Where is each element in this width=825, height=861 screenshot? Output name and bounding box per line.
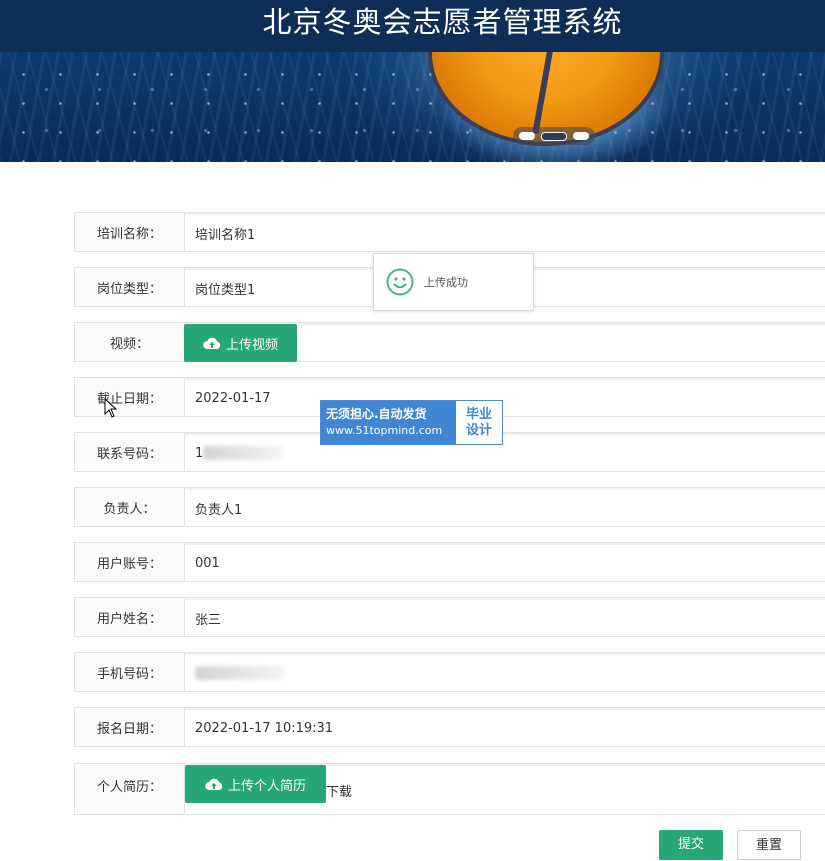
carousel-dot-2[interactable] (541, 131, 567, 141)
field-label: 用户账号： (75, 543, 185, 581)
watermark-line2: www.51topmind.com (326, 424, 443, 437)
field-label: 负责人： (75, 488, 185, 526)
form-row-user-account: 用户账号： 001 (74, 542, 825, 582)
field-label: 手机号码： (75, 653, 185, 691)
cloud-upload-icon (205, 778, 223, 790)
field-label: 视频： (75, 323, 185, 361)
field-label: 联系号码： (75, 433, 185, 471)
toast-message: 上传成功 (424, 276, 468, 289)
mobile-input[interactable] (185, 653, 825, 691)
form-row-mobile: 手机号码： (74, 652, 825, 692)
upload-video-button[interactable]: 上传视频 (184, 324, 297, 362)
watermark-tag: 毕业 设计 (456, 401, 502, 444)
smile-icon (386, 268, 414, 296)
field-label: 个人简历： (75, 764, 185, 814)
site-title: 北京冬奥会志愿者管理系统 (262, 5, 623, 39)
training-name-input[interactable]: 培训名称1 (185, 213, 825, 251)
download-link[interactable]: 下载 (326, 781, 352, 800)
user-name-input[interactable]: 张三 (185, 598, 825, 636)
watermark-tag2: 设计 (465, 422, 492, 438)
carousel-indicators (513, 127, 595, 145)
cloud-upload-icon (203, 337, 221, 349)
contact-number-input[interactable]: 1 (185, 433, 825, 471)
masked-phone (195, 666, 285, 680)
watermark-text-block: 无须担心.自动发货 www.51topmind.com (321, 401, 456, 444)
deadline-input[interactable]: 2022-01-17 (185, 378, 825, 416)
upload-video-label: 上传视频 (225, 337, 278, 353)
watermark-line1: 无须担心.自动发货 (326, 407, 427, 421)
form-row-training-name: 培训名称： 培训名称1 (74, 212, 825, 252)
field-label: 截止日期： (75, 378, 185, 416)
reset-button[interactable]: 重置 (737, 830, 801, 860)
submit-button[interactable]: 提交 (659, 830, 723, 860)
upload-resume-button[interactable]: 上传个人简历 (185, 765, 326, 803)
signup-date-input[interactable]: 2022-01-17 10:19:31 (185, 708, 825, 746)
field-label: 报名日期： (75, 708, 185, 746)
carousel-dot-1[interactable] (519, 132, 535, 140)
form-row-person-in-charge: 负责人： 负责人1 (74, 487, 825, 527)
form-row-user-name: 用户姓名： 张三 (74, 597, 825, 637)
field-label: 用户姓名： (75, 598, 185, 636)
banner-snow (0, 52, 825, 162)
upload-success-toast: 上传成功 (373, 253, 534, 311)
mouse-cursor-icon (104, 398, 118, 418)
user-account-input[interactable]: 001 (185, 543, 825, 581)
watermark-banner: 无须担心.自动发货 www.51topmind.com 毕业 设计 (320, 400, 503, 445)
contact-number-visible-digit: 1 (195, 445, 204, 461)
upload-resume-label: 上传个人简历 (227, 778, 306, 794)
carousel-dot-3[interactable] (573, 132, 589, 140)
watermark-tag1: 毕业 (465, 406, 492, 422)
form-row-signup-date: 报名日期： 2022-01-17 10:19:31 (74, 707, 825, 747)
person-in-charge-input[interactable]: 负责人1 (185, 488, 825, 526)
field-label: 岗位类型： (75, 268, 185, 306)
header-banner: 北京冬奥会志愿者管理系统 (0, 0, 825, 162)
field-label: 培训名称： (75, 213, 185, 251)
masked-phone (203, 446, 284, 460)
